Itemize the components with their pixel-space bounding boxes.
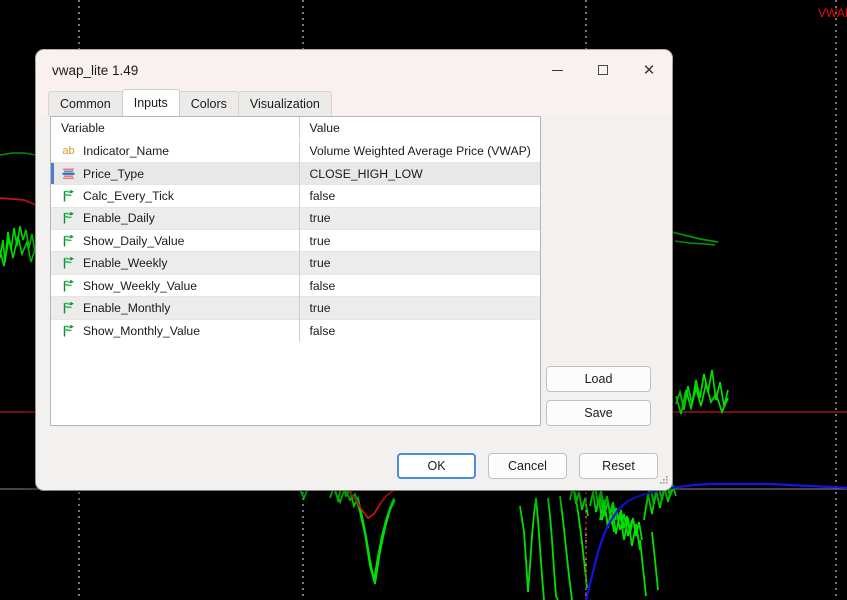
maximize-icon [598, 65, 608, 75]
table-row[interactable]: Enable_Weekly true [51, 251, 540, 275]
bool-flag-icon [61, 211, 76, 225]
row-value-cell[interactable]: true [298, 207, 540, 230]
bool-flag-icon [61, 324, 76, 338]
row-variable-cell[interactable]: ab Indicator_Name [51, 140, 299, 162]
row-variable-label: Indicator_Name [83, 144, 170, 159]
table-row[interactable]: Show_Weekly_Value false [51, 274, 540, 297]
dialog-title: vwap_lite 1.49 [52, 62, 139, 78]
row-variable-label: Show_Daily_Value [83, 233, 185, 248]
reset-button[interactable]: Reset [579, 453, 658, 479]
table-row[interactable]: ab Indicator_Name Volume Weighted Averag… [51, 140, 540, 163]
row-variable-label: Enable_Weekly [83, 256, 168, 271]
dialog-footer: OK Cancel Reset [36, 442, 672, 490]
row-variable-label: Price_Type [83, 166, 144, 181]
inputs-table: Variable Value ab Indicator_Name Volume … [51, 117, 540, 342]
close-button[interactable]: ✕ [626, 50, 672, 90]
text-ab-icon: ab [62, 144, 75, 157]
tab-inputs[interactable]: Inputs [121, 89, 180, 116]
vwap-chart-label: VWAP [818, 6, 847, 20]
row-variable-cell[interactable]: Show_Monthly_Value [51, 319, 299, 341]
close-icon: ✕ [642, 60, 656, 79]
bool-flag-icon [61, 189, 76, 203]
table-row[interactable]: Enable_Daily true [51, 207, 540, 230]
column-header-value: Value [298, 117, 540, 141]
row-variable-cell[interactable]: Show_Daily_Value [51, 230, 299, 252]
row-value-cell[interactable]: true [298, 296, 540, 320]
row-variable-cell[interactable]: Enable_Weekly [51, 252, 299, 274]
indicator-properties-dialog: vwap_lite 1.49 ✕ Common Inputs Colors Vi… [36, 50, 672, 490]
load-button[interactable]: Load [546, 366, 651, 392]
table-row[interactable]: Calc_Every_Tick false [51, 184, 540, 208]
row-variable-label: Show_Monthly_Value [83, 323, 200, 338]
resize-grip-icon[interactable] [657, 475, 669, 487]
column-header-variable: Variable [51, 117, 299, 141]
inputs-table-container[interactable]: Variable Value ab Indicator_Name Volume … [50, 116, 541, 426]
tab-colors[interactable]: Colors [178, 91, 239, 116]
dialog-body: Variable Value ab Indicator_Name Volume … [36, 116, 672, 442]
row-value-cell[interactable]: false [298, 274, 540, 297]
row-variable-cell[interactable]: Price_Type [51, 162, 299, 184]
row-value-cell[interactable]: true [298, 229, 540, 252]
save-button[interactable]: Save [546, 400, 651, 426]
row-variable-cell[interactable]: Calc_Every_Tick [51, 185, 299, 207]
row-value-cell[interactable]: CLOSE_HIGH_LOW [298, 162, 540, 185]
enum-list-icon [61, 167, 76, 181]
maximize-button[interactable] [580, 50, 626, 90]
table-header-row: Variable Value [51, 117, 540, 141]
ok-button[interactable]: OK [397, 453, 476, 479]
tab-bar: Common Inputs Colors Visualization [36, 89, 672, 116]
bool-flag-icon [61, 301, 76, 315]
row-value-cell[interactable]: true [298, 251, 540, 275]
row-variable-label: Show_Weekly_Value [83, 278, 198, 293]
table-body: ab Indicator_Name Volume Weighted Averag… [51, 140, 540, 342]
row-variable-cell[interactable]: Enable_Daily [51, 207, 299, 229]
table-row[interactable]: Enable_Monthly true [51, 296, 540, 320]
row-variable-cell[interactable]: Enable_Monthly [51, 297, 299, 319]
minimize-icon [551, 69, 563, 71]
row-variable-cell[interactable]: Show_Weekly_Value [51, 274, 299, 296]
row-value-cell[interactable]: false [298, 319, 540, 342]
row-variable-label: Calc_Every_Tick [83, 188, 174, 203]
bool-flag-icon [61, 256, 76, 270]
bool-flag-icon [61, 234, 76, 248]
bool-flag-icon [61, 279, 76, 293]
minimize-button[interactable] [534, 50, 580, 90]
cancel-button[interactable]: Cancel [488, 453, 567, 479]
row-variable-label: Enable_Monthly [83, 300, 171, 315]
row-variable-label: Enable_Daily [83, 211, 155, 226]
tab-visualization[interactable]: Visualization [237, 91, 332, 116]
tab-common[interactable]: Common [48, 91, 123, 116]
row-value-cell[interactable]: false [298, 184, 540, 208]
table-row[interactable]: Price_Type CLOSE_HIGH_LOW [51, 162, 540, 185]
row-value-cell[interactable]: Volume Weighted Average Price (VWAP) [298, 140, 540, 163]
dialog-titlebar[interactable]: vwap_lite 1.49 ✕ [36, 50, 672, 90]
table-row[interactable]: Show_Monthly_Value false [51, 319, 540, 342]
table-row[interactable]: Show_Daily_Value true [51, 229, 540, 252]
